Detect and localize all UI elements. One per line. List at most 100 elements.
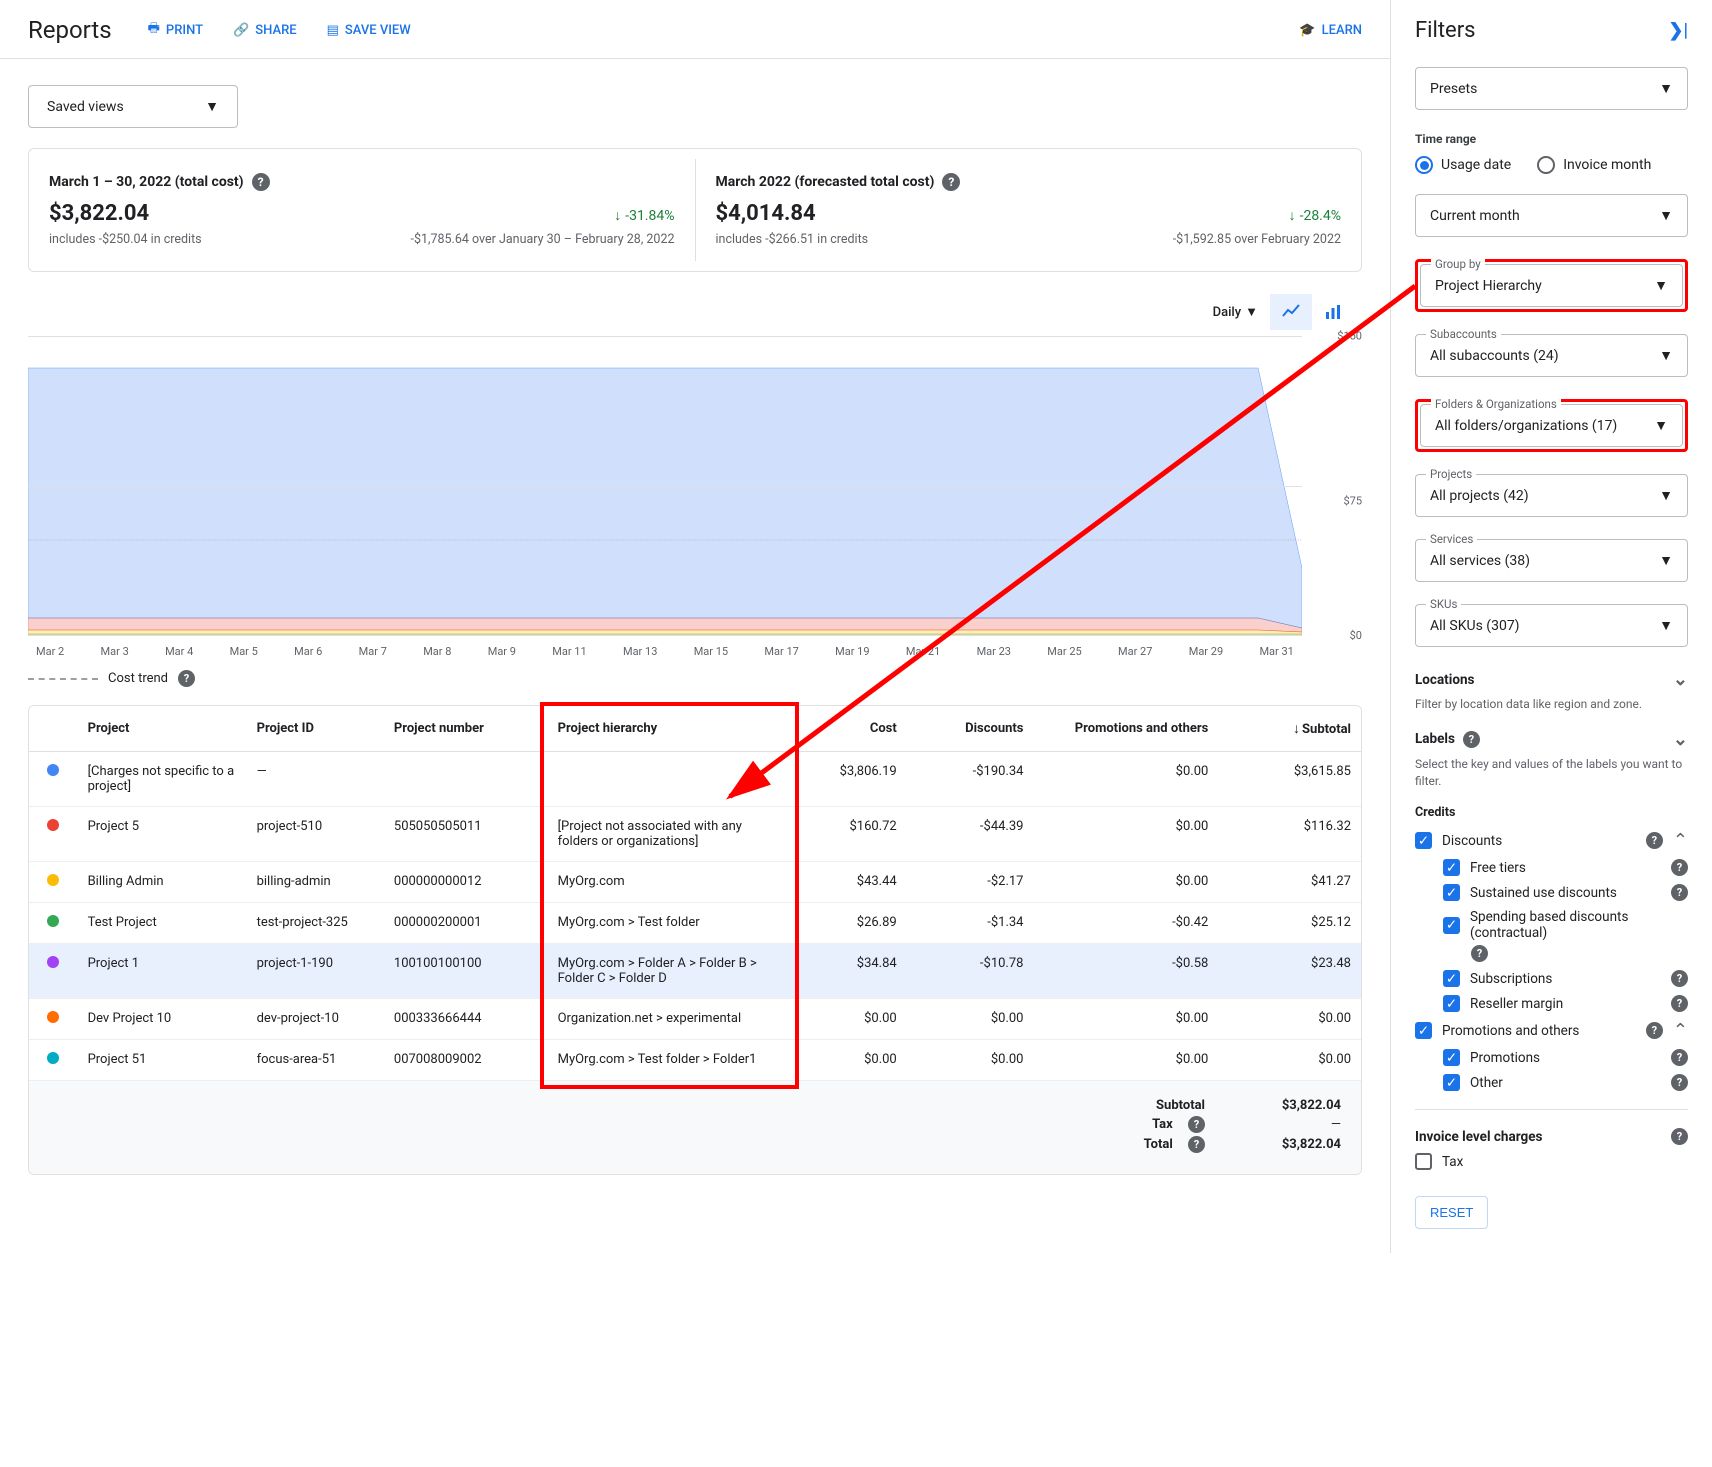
- checkbox-icon: ✓: [1443, 970, 1460, 987]
- help-icon[interactable]: ?: [178, 670, 195, 687]
- table-row[interactable]: Dev Project 10dev-project-10000333666444…: [29, 999, 1361, 1040]
- services-value: All services (38): [1430, 553, 1530, 569]
- table-row[interactable]: Project 1project-1-190100100100100MyOrg.…: [29, 944, 1361, 999]
- print-button[interactable]: 🖶 PRINT: [148, 19, 203, 41]
- cell-project-number: 000000000012: [384, 862, 548, 903]
- help-icon[interactable]: ?: [1471, 945, 1488, 962]
- help-icon[interactable]: ?: [1671, 884, 1688, 901]
- labels-label: Labels: [1415, 731, 1455, 747]
- radio-invoice-month[interactable]: Invoice month: [1537, 156, 1651, 174]
- cell-project-id: project-510: [247, 807, 384, 862]
- summary-right-includes: includes -$266.51 in credits: [716, 232, 869, 247]
- table-row[interactable]: Project 5project-510505050505011[Project…: [29, 807, 1361, 862]
- col-project[interactable]: Project: [78, 706, 247, 752]
- help-icon[interactable]: ?: [1646, 832, 1663, 849]
- cost-chart[interactable]: $150 $75 $0 Mar 2Mar 3Mar 4Mar 5Mar 6Mar…: [28, 336, 1362, 666]
- help-icon[interactable]: ?: [1671, 970, 1688, 987]
- help-icon[interactable]: ?: [1188, 1116, 1205, 1133]
- collapse-filters-icon[interactable]: ❯|: [1668, 20, 1688, 41]
- learn-button[interactable]: 🎓 LEARN: [1299, 23, 1362, 38]
- help-icon[interactable]: ?: [252, 173, 270, 191]
- time-range-dropdown[interactable]: Current month ▼: [1415, 194, 1688, 237]
- saved-views-label: Saved views: [47, 99, 124, 115]
- table-row[interactable]: Billing Adminbilling-admin000000000012My…: [29, 862, 1361, 903]
- folders-dropdown[interactable]: Folders & Organizations All folders/orga…: [1420, 404, 1683, 447]
- x-tick: Mar 21: [906, 645, 940, 658]
- summary-left-amount: $3,822.04: [49, 201, 149, 226]
- table-row[interactable]: [Charges not specific to a project]—$3,8…: [29, 752, 1361, 807]
- cell-hierarchy: [Project not associated with any folders…: [548, 807, 791, 862]
- subaccounts-value: All subaccounts (24): [1430, 348, 1559, 364]
- promotion-checkbox[interactable]: ✓Promotions?: [1443, 1049, 1688, 1066]
- cell-project-number: 100100100100: [384, 944, 548, 999]
- chevron-down-icon: ⌄: [1673, 729, 1688, 750]
- help-icon[interactable]: ?: [1646, 1022, 1663, 1039]
- services-dropdown[interactable]: Services All services (38) ▼: [1415, 539, 1688, 582]
- bar-chart-toggle[interactable]: [1312, 294, 1354, 330]
- skus-dropdown[interactable]: SKUs All SKUs (307) ▼: [1415, 604, 1688, 647]
- help-icon[interactable]: ?: [1671, 859, 1688, 876]
- help-icon[interactable]: ?: [942, 173, 960, 191]
- col-hierarchy[interactable]: Project hierarchy: [548, 706, 791, 752]
- table-row[interactable]: Project 51focus-area-51007008009002MyOrg…: [29, 1040, 1361, 1081]
- page-title: Reports: [28, 16, 112, 44]
- share-button[interactable]: 🔗 SHARE: [233, 23, 297, 38]
- cell-cost: $43.44: [791, 862, 907, 903]
- series-color-dot: [47, 819, 59, 831]
- help-icon[interactable]: ?: [1671, 995, 1688, 1012]
- link-icon: 🔗: [233, 23, 249, 38]
- locations-expander[interactable]: Locations ⌄: [1415, 669, 1688, 690]
- filters-title: Filters: [1415, 18, 1688, 43]
- summary-right-title: March 2022 (forecasted total cost): [716, 174, 935, 190]
- col-cost[interactable]: Cost: [791, 706, 907, 752]
- summary-left-title: March 1 – 30, 2022 (total cost): [49, 174, 244, 190]
- col-discounts[interactable]: Discounts: [907, 706, 1034, 752]
- free-tiers-checkbox[interactable]: ✓Free tiers?: [1443, 859, 1688, 876]
- radio-usage-date[interactable]: Usage date: [1415, 156, 1511, 174]
- col-subtotal[interactable]: ↓Subtotal: [1218, 706, 1361, 752]
- presets-dropdown[interactable]: Presets ▼: [1415, 67, 1688, 110]
- subscriptions-checkbox[interactable]: ✓Subscriptions?: [1443, 970, 1688, 987]
- cell-project-number: 505050505011: [384, 807, 548, 862]
- chart-legend: Cost trend ?: [28, 670, 1362, 687]
- arrow-down-icon: ↓: [614, 207, 621, 224]
- col-promotions[interactable]: Promotions and others: [1033, 706, 1218, 752]
- other-checkbox[interactable]: ✓Other?: [1443, 1074, 1688, 1091]
- subaccounts-dropdown[interactable]: Subaccounts All subaccounts (24) ▼: [1415, 334, 1688, 377]
- granularity-dropdown[interactable]: Daily ▼: [1213, 304, 1258, 320]
- folders-value: All folders/organizations (17): [1435, 418, 1617, 434]
- saved-views-dropdown[interactable]: Saved views ▼: [28, 85, 238, 128]
- print-icon: 🖶: [148, 19, 160, 41]
- discounts-checkbox-row[interactable]: ✓ Discounts ? ⌃: [1415, 830, 1688, 851]
- help-icon[interactable]: ?: [1671, 1128, 1688, 1145]
- cell-promotions: $0.00: [1033, 999, 1218, 1040]
- col-project-number[interactable]: Project number: [384, 706, 548, 752]
- chevron-down-icon: ▼: [1659, 207, 1673, 224]
- col-project-id[interactable]: Project ID: [247, 706, 384, 752]
- line-chart-toggle[interactable]: [1270, 294, 1312, 330]
- labels-expander[interactable]: Labels? ⌄: [1415, 729, 1688, 750]
- bar-chart-icon: [1323, 302, 1343, 322]
- labels-sub: Select the key and values of the labels …: [1415, 756, 1688, 790]
- tax-checkbox[interactable]: Tax: [1415, 1153, 1688, 1170]
- chart-series: [28, 368, 1302, 628]
- promotions-checkbox-row[interactable]: ✓ Promotions and others ? ⌃: [1415, 1020, 1688, 1041]
- spending-checkbox[interactable]: ✓Spending based discounts (contractual): [1443, 909, 1688, 941]
- group-by-dropdown[interactable]: Group by Project Hierarchy ▼: [1420, 264, 1683, 307]
- footer-tax-label: Tax: [1152, 1117, 1173, 1132]
- chevron-up-icon: ⌃: [1673, 1020, 1688, 1041]
- save-view-button[interactable]: ▤ SAVE VIEW: [327, 23, 411, 38]
- help-icon[interactable]: ?: [1463, 731, 1480, 748]
- reset-button[interactable]: RESET: [1415, 1196, 1488, 1229]
- cell-promotions: -$0.42: [1033, 903, 1218, 944]
- reseller-checkbox[interactable]: ✓Reseller margin?: [1443, 995, 1688, 1012]
- help-icon[interactable]: ?: [1671, 1074, 1688, 1091]
- sustained-checkbox[interactable]: ✓Sustained use discounts?: [1443, 884, 1688, 901]
- help-icon[interactable]: ?: [1188, 1136, 1205, 1153]
- x-tick: Mar 6: [294, 645, 322, 658]
- help-icon[interactable]: ?: [1671, 1049, 1688, 1066]
- subaccounts-label: Subaccounts: [1426, 327, 1501, 341]
- table-row[interactable]: Test Projecttest-project-325000000200001…: [29, 903, 1361, 944]
- projects-dropdown[interactable]: Projects All projects (42) ▼: [1415, 474, 1688, 517]
- cell-hierarchy: MyOrg.com > Test folder: [548, 903, 791, 944]
